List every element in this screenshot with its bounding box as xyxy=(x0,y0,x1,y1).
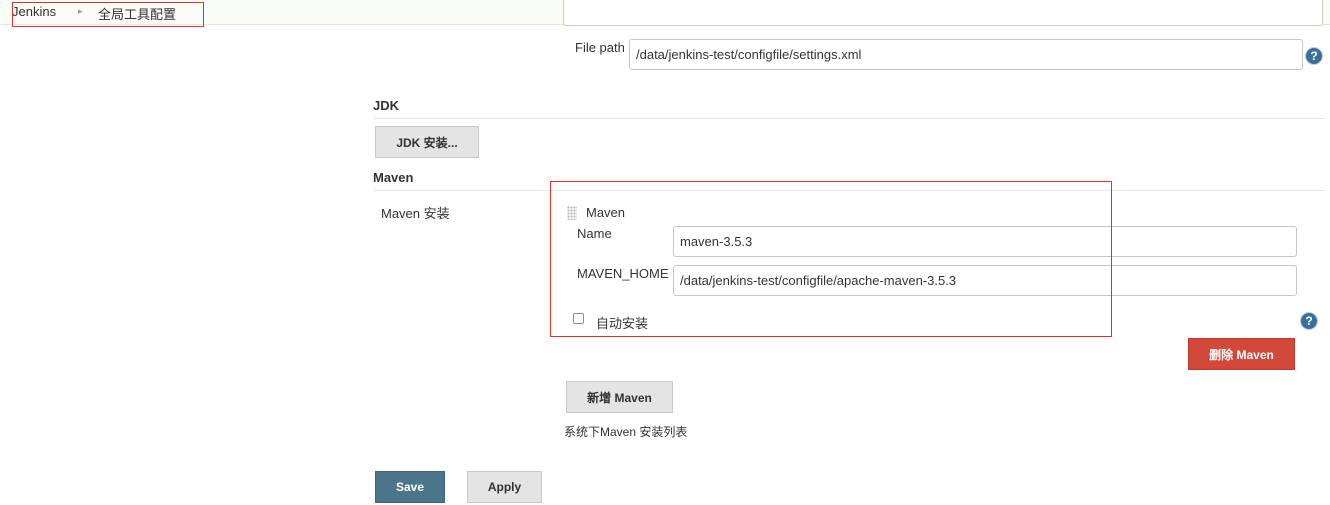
breadcrumb-highlight-box xyxy=(12,2,204,27)
previous-field-input[interactable] xyxy=(563,0,1323,26)
delete-maven-button[interactable]: 删除 Maven xyxy=(1188,338,1295,370)
jdk-install-button[interactable]: JDK 安装... xyxy=(375,126,479,158)
jdk-section-title: JDK xyxy=(373,98,400,113)
file-path-input[interactable] xyxy=(629,39,1303,70)
jdk-section-divider xyxy=(373,118,1326,119)
help-icon[interactable]: ? xyxy=(1306,48,1322,64)
file-path-label: File path xyxy=(575,40,625,55)
maven-installations-label: Maven 安装 xyxy=(381,206,450,221)
save-button[interactable]: Save xyxy=(375,471,445,503)
maven-list-description: 系统下Maven 安装列表 xyxy=(564,425,688,439)
maven-highlight-box xyxy=(550,181,1112,337)
apply-button[interactable]: Apply xyxy=(467,471,542,503)
auto-install-help-icon[interactable]: ? xyxy=(1301,313,1317,329)
add-maven-button[interactable]: 新增 Maven xyxy=(566,381,673,413)
maven-section-title: Maven xyxy=(373,170,414,185)
